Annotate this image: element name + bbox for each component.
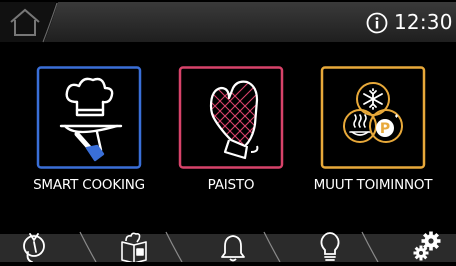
home-button[interactable]	[6, 6, 44, 38]
muut-toiminnot-frame: P	[320, 66, 426, 169]
bell-icon	[221, 235, 245, 262]
info-icon	[366, 12, 388, 34]
steam-bowl-icon	[349, 114, 371, 136]
smart-cooking-frame	[36, 66, 142, 169]
clock-time: 12:30	[394, 10, 453, 34]
muut-toiminnot-tile[interactable]: P MUUT TOIMINNOT	[297, 66, 449, 198]
nav-settings[interactable]	[410, 230, 444, 262]
nav-alarm[interactable]	[218, 230, 248, 262]
paisto-label: PAISTO	[207, 177, 255, 193]
timer-icon	[23, 233, 45, 263]
snowflake-icon	[363, 88, 383, 110]
smart-cooking-label: SMART COOKING	[33, 177, 145, 193]
paisto-tile[interactable]: PAISTO	[155, 66, 307, 198]
smart-cooking-tile[interactable]: SMART COOKING	[13, 66, 165, 198]
nav-recipes[interactable]	[117, 230, 151, 264]
recipe-book-icon	[121, 232, 147, 264]
nav-lamp[interactable]	[315, 230, 345, 262]
paisto-frame	[178, 66, 284, 169]
oven-mitt-icon	[209, 80, 259, 160]
settings-gear-icon	[413, 231, 441, 261]
nav-timer[interactable]	[18, 230, 52, 263]
muut-toiminnot-label: MUUT TOIMINNOT	[313, 177, 433, 193]
p-symbol: P	[380, 121, 390, 137]
light-bulb-icon	[320, 232, 340, 261]
info-button[interactable]	[366, 12, 388, 34]
other-functions-icon: P	[343, 82, 403, 143]
status-bar: 12:30	[0, 0, 456, 44]
chef-serving-icon	[59, 77, 123, 162]
home-icon	[10, 8, 40, 36]
bottom-navigation	[0, 228, 456, 264]
